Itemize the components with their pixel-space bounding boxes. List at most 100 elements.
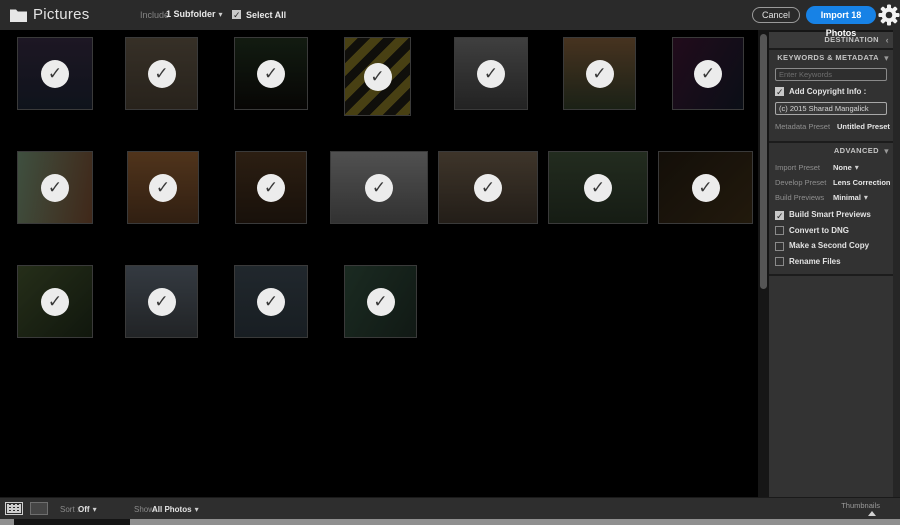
metadata-preset-dropdown[interactable]: Untitled Preset▾ bbox=[837, 122, 897, 131]
photo-thumbnail-hazard-chevrons[interactable]: ✓ bbox=[344, 37, 411, 116]
chevron-down-icon: ▾ bbox=[864, 193, 868, 202]
top-bar: Pictures Include 1 Subfolder▾ ✓ Select A… bbox=[0, 0, 900, 30]
preset-dropdown[interactable]: None▾ bbox=[833, 163, 859, 172]
photo-thumbnail-kayakers[interactable]: ✓ bbox=[234, 265, 308, 338]
photo-thumbnail-louvre-night[interactable]: ✓ bbox=[658, 151, 753, 224]
option-label: Build Smart Previews bbox=[789, 210, 871, 219]
option-checkbox[interactable] bbox=[775, 242, 784, 251]
option-label: Convert to DNG bbox=[789, 226, 849, 235]
right-panel: DESTINATION ‹ KEYWORDS & METADATA ▾ ✓Add… bbox=[769, 30, 893, 497]
grid-scrollbar-thumb[interactable] bbox=[760, 34, 767, 289]
check-badge[interactable]: ✓ bbox=[148, 288, 176, 316]
keywords-input[interactable] bbox=[775, 68, 887, 81]
select-all-checkbox[interactable]: ✓ bbox=[232, 10, 241, 19]
chevron-down-icon: ▾ bbox=[884, 50, 889, 66]
bottom-strip-dark-segment bbox=[14, 519, 130, 525]
check-badge[interactable]: ✓ bbox=[474, 174, 502, 202]
gear-icon[interactable] bbox=[878, 4, 900, 26]
check-badge[interactable]: ✓ bbox=[364, 63, 392, 91]
photo-thumbnail-victorian-street-bw[interactable]: ✓ bbox=[330, 151, 428, 224]
photo-thumbnail-forest-walk[interactable]: ✓ bbox=[17, 265, 93, 338]
option-row[interactable]: ✓ Build Smart Previews bbox=[775, 210, 893, 219]
check-badge[interactable]: ✓ bbox=[584, 174, 612, 202]
subfolder-dropdown[interactable]: 1 Subfolder▾ bbox=[166, 9, 223, 19]
check-badge[interactable]: ✓ bbox=[694, 60, 722, 88]
add-copyright-checkbox[interactable]: ✓ bbox=[775, 87, 784, 96]
import-photos-button[interactable]: Import 18 Photos bbox=[806, 6, 876, 24]
option-row[interactable]: Convert to DNG bbox=[775, 226, 893, 235]
photo-grid: ✓ ✓ ✓ ✓ ✓ ✓ ✓ ✓ ✓ ✓ ✓ ✓ ✓ ✓ ✓ ✓ ✓ ✓ bbox=[0, 30, 758, 497]
cancel-button[interactable]: Cancel bbox=[752, 7, 800, 23]
select-all-label: Select All bbox=[246, 10, 286, 20]
grid-scrollbar[interactable] bbox=[758, 30, 769, 497]
copyright-input[interactable] bbox=[775, 102, 887, 115]
sort-label: Sort : bbox=[60, 505, 79, 514]
check-badge[interactable]: ✓ bbox=[148, 60, 176, 88]
preset-row: Develop PresetLens Correction▾ bbox=[775, 178, 893, 189]
window-bottom-strip bbox=[0, 519, 900, 525]
photo-thumbnail-group-photos-bw[interactable]: ✓ bbox=[454, 37, 528, 110]
add-copyright-label: Add Copyright Info : bbox=[789, 87, 866, 96]
option-label: Rename Files bbox=[789, 257, 841, 266]
check-badge[interactable]: ✓ bbox=[365, 174, 393, 202]
advanced-preset-rows: Import Preset None▾ Develop PresetLens Cor… bbox=[769, 163, 893, 204]
photo-thumbnail-horse-race[interactable]: ✓ bbox=[17, 151, 93, 224]
check-badge[interactable]: ✓ bbox=[586, 60, 614, 88]
preset-dropdown[interactable]: Lens Correction▾ bbox=[833, 178, 898, 187]
check-badge[interactable]: ✓ bbox=[41, 174, 69, 202]
check-badge[interactable]: ✓ bbox=[257, 288, 285, 316]
metadata-preset-row: Metadata Preset Untitled Preset▾ bbox=[775, 122, 893, 133]
grid-view-icon[interactable] bbox=[5, 502, 23, 515]
photo-thumbnail-savanna-field[interactable]: ✓ bbox=[125, 37, 198, 110]
option-checkbox[interactable] bbox=[775, 226, 784, 235]
option-checkbox[interactable] bbox=[775, 257, 784, 266]
thumbnail-size-slider[interactable] bbox=[868, 511, 876, 516]
panel-empty-area bbox=[769, 276, 893, 525]
loupe-view-icon[interactable] bbox=[30, 502, 48, 515]
check-badge[interactable]: ✓ bbox=[257, 174, 285, 202]
check-badge[interactable]: ✓ bbox=[477, 60, 505, 88]
check-badge[interactable]: ✓ bbox=[367, 288, 395, 316]
bottom-toolbar: Sort : Off▾ Show: All Photos▾ Thumbnails bbox=[0, 497, 900, 519]
option-row[interactable]: Make a Second Copy bbox=[775, 241, 893, 250]
photo-thumbnail-neon-street-night[interactable]: ✓ bbox=[672, 37, 744, 110]
add-copyright-row[interactable]: ✓ Add Copyright Info : bbox=[775, 87, 893, 96]
folder-icon bbox=[10, 8, 27, 22]
photo-thumbnail-rocky-shore-sky[interactable]: ✓ bbox=[125, 265, 198, 338]
sort-dropdown[interactable]: Off▾ bbox=[78, 505, 97, 514]
photo-thumbnail-city-skyline-night[interactable]: ✓ bbox=[17, 37, 93, 110]
thumbnails-label: Thumbnails bbox=[820, 501, 880, 510]
check-badge[interactable]: ✓ bbox=[692, 174, 720, 202]
show-dropdown[interactable]: All Photos▾ bbox=[152, 505, 199, 514]
preset-label: Develop Preset bbox=[775, 178, 826, 187]
check-badge[interactable]: ✓ bbox=[41, 60, 69, 88]
metadata-preset-label: Metadata Preset bbox=[775, 122, 830, 131]
import-dialog: Pictures Include 1 Subfolder▾ ✓ Select A… bbox=[0, 0, 900, 525]
chevron-down-icon: ▾ bbox=[884, 143, 889, 159]
preset-dropdown[interactable]: Minimal▾ bbox=[833, 193, 868, 202]
panel-edge-strip bbox=[893, 30, 900, 497]
page-title: Pictures bbox=[33, 6, 90, 23]
check-badge[interactable]: ✓ bbox=[41, 288, 69, 316]
option-row[interactable]: Rename Files bbox=[775, 257, 893, 266]
advanced-section-header[interactable]: ADVANCED ▾ bbox=[769, 143, 893, 159]
chevron-down-icon: ▾ bbox=[195, 505, 199, 514]
keywords-metadata-section-header[interactable]: KEYWORDS & METADATA ▾ bbox=[769, 50, 893, 66]
photo-thumbnail-garden-waterfall[interactable]: ✓ bbox=[548, 151, 648, 224]
option-checkbox[interactable]: ✓ bbox=[775, 211, 784, 220]
preset-label: Import Preset bbox=[775, 163, 820, 172]
photo-thumbnail-person-silhouette[interactable]: ✓ bbox=[234, 37, 308, 110]
option-label: Make a Second Copy bbox=[789, 241, 869, 250]
photo-thumbnail-beach-sunset[interactable]: ✓ bbox=[127, 151, 199, 224]
chevron-down-icon: ▾ bbox=[219, 10, 223, 19]
check-badge[interactable]: ✓ bbox=[257, 60, 285, 88]
check-badge[interactable]: ✓ bbox=[149, 174, 177, 202]
collapse-left-icon: ‹ bbox=[886, 32, 889, 48]
photo-thumbnail-green-sign-walker[interactable]: ✓ bbox=[344, 265, 417, 338]
photo-thumbnail-wooden-barrel[interactable]: ✓ bbox=[438, 151, 538, 224]
preset-label: Build Previews bbox=[775, 193, 824, 202]
preset-row: Import Preset None▾ bbox=[775, 163, 893, 174]
photo-thumbnail-coast-sunset[interactable]: ✓ bbox=[563, 37, 636, 110]
chevron-down-icon: ▾ bbox=[855, 163, 859, 172]
photo-thumbnail-sleeping-dog[interactable]: ✓ bbox=[235, 151, 307, 224]
